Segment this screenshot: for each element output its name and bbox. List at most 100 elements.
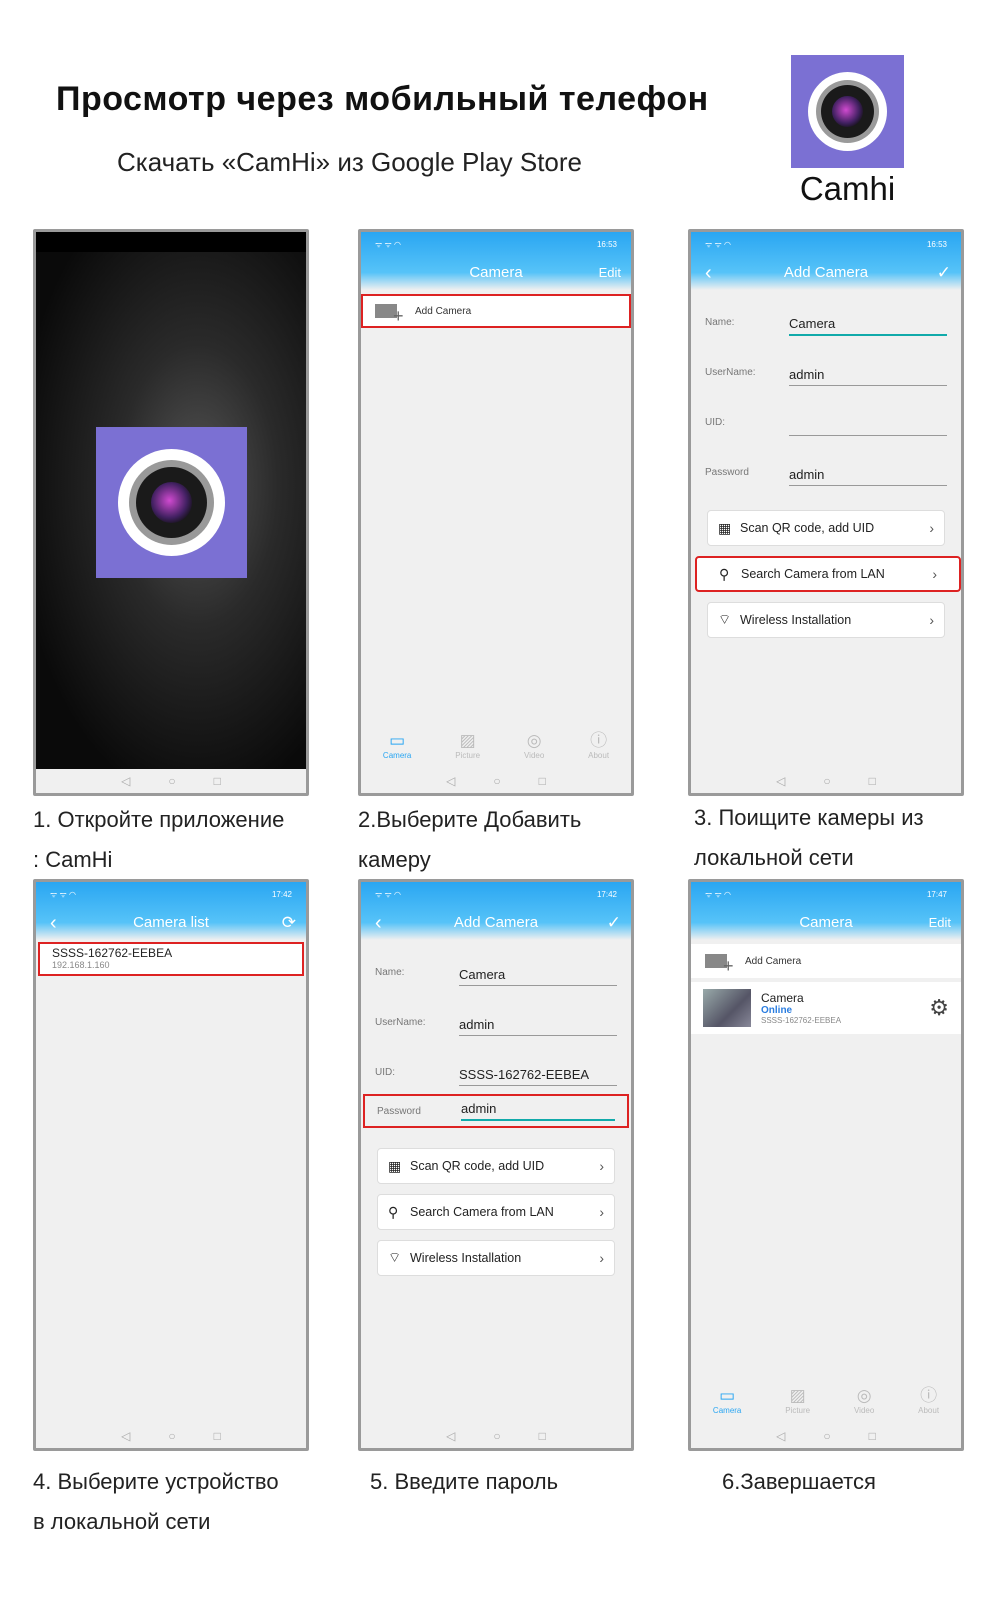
lan-device-row[interactable]: SSSS-162762-EEBEA 192.168.1.160 [38,942,304,976]
scan-qr-button[interactable]: ▦ Scan QR code, add UID › [377,1148,615,1184]
refresh-icon[interactable]: ⟳ [282,906,296,940]
home-nav-icon[interactable]: ○ [493,1429,500,1443]
screen-title: Camera [469,264,523,281]
name-field[interactable]: Name: Camera [375,936,617,986]
add-camera-label: Add Camera [415,305,472,317]
status-badge: Online [761,1005,793,1016]
tab-picture[interactable]: ▨ Picture [455,731,480,760]
chevron-right-icon: › [932,566,937,582]
recents-nav-icon[interactable]: □ [539,1429,546,1443]
chevron-left-icon[interactable]: ‹ [375,906,382,940]
camera-tab-icon: ▭ [389,730,406,750]
check-icon[interactable]: ✓ [607,906,621,940]
password-field[interactable]: Password admin [363,1094,629,1128]
tab-camera[interactable]: ▭ Camera [713,1386,741,1415]
device-ip: 192.168.1.160 [52,960,110,970]
back-nav-icon[interactable]: ◁ [121,1429,130,1443]
edit-button[interactable]: Edit [929,906,951,940]
step-caption-1: 1. Откройте приложение: CamHi [33,807,285,872]
device-uid: SSSS-162762-EEBEA [52,946,173,960]
camhi-app-icon [791,55,904,168]
tab-video[interactable]: ◎ Video [524,731,544,760]
home-nav-icon[interactable]: ○ [493,774,500,788]
chevron-left-icon[interactable]: ‹ [50,906,57,940]
step-caption-2: 2.Выберите Добавить камеру [358,807,582,872]
back-nav-icon[interactable]: ◁ [776,774,785,788]
phone-screen-add-camera: ᯤ ᯤ ◠ 16:53 ‹ Add Camera ✓ Name: Camera User… [688,229,964,796]
tab-bar: ▭ Camera ▨ Picture ◎ Video ⓘ About [691,1376,961,1424]
video-tab-icon: ◎ [856,1385,872,1405]
search-icon: ⚲ [719,565,730,582]
video-tab-icon: ◎ [526,730,542,750]
home-nav-icon[interactable]: ○ [168,774,175,788]
step-caption-5: 5. Введите пароль [370,1469,559,1494]
page-title: Просмотр через мобильный телефон [56,80,709,118]
screen-title: Add Camera [453,914,539,931]
status-bar: ᯤ ᯤ ◠ 17:47 [705,889,947,899]
camera-name: Camera [761,991,804,1005]
wifi-icon: ⌔ [388,1249,402,1265]
qr-icon: ▦ [388,1157,402,1174]
add-camera-row[interactable]: Add Camera [361,294,631,328]
tab-camera[interactable]: ▭ Camera [383,731,411,760]
info-tab-icon: ⓘ [920,1385,938,1405]
app-name: Camhi [799,170,896,207]
picture-tab-icon: ▨ [459,730,476,750]
system-nav-bar: ◁ ○ □ [691,1424,961,1448]
check-icon[interactable]: ✓ [937,256,951,290]
camhi-app-icon [96,427,247,578]
wireless-install-button[interactable]: ⌔ Wireless Installation › [377,1240,615,1276]
home-nav-icon[interactable]: ○ [823,1429,830,1443]
qr-icon: ▦ [718,519,732,536]
phone-screen-enter-password: ᯤ ᯤ ◠ 17:42 ‹ Add Camera ✓ Name: Camera User… [358,879,634,1451]
system-nav-bar: ◁ ○ □ [36,1424,306,1448]
search-icon: ⚲ [388,1203,399,1220]
chevron-right-icon: › [599,1250,604,1266]
name-field[interactable]: Name: Camera [705,286,947,336]
screen-title: Add Camera [783,264,869,281]
scan-qr-button[interactable]: ▦ Scan QR code, add UID › [707,510,945,546]
tab-video[interactable]: ◎ Video [854,1386,874,1415]
username-field[interactable]: UserName: admin [375,986,617,1036]
screen-title: Camera [799,914,853,931]
tab-about[interactable]: ⓘ About [588,731,609,760]
phone-screen-splash: ◁ ○ □ [33,229,309,796]
status-bar: ᯤ ᯤ ◠ 17:42 [50,889,292,899]
wireless-install-button[interactable]: ⌔ Wireless Installation › [707,602,945,638]
recents-nav-icon[interactable]: □ [539,774,546,788]
picture-tab-icon: ▨ [789,1385,806,1405]
page-subtitle: Скачать «CamHi» из Google Play Store [117,147,582,177]
search-lan-button[interactable]: ⚲ Search Camera from LAN › [695,556,961,592]
camera-uid: SSSS-162762-EEBEA [761,1016,842,1025]
password-field[interactable]: Password admin [705,436,947,486]
camera-item[interactable]: Camera Online SSSS-162762-EEBEA ⚙ [691,982,961,1034]
recents-nav-icon[interactable]: □ [869,774,876,788]
system-nav-bar: ◁ ○ □ [361,1424,631,1448]
camera-tab-icon: ▭ [719,1385,736,1405]
back-nav-icon[interactable]: ◁ [121,774,130,788]
home-nav-icon[interactable]: ○ [168,1429,175,1443]
back-nav-icon[interactable]: ◁ [446,774,455,788]
chevron-right-icon: › [599,1158,604,1174]
chevron-left-icon[interactable]: ‹ [705,256,712,290]
add-camera-row[interactable]: Add Camera [691,944,961,978]
recents-nav-icon[interactable]: □ [214,1429,221,1443]
system-nav-bar: ◁ ○ □ [361,769,631,793]
wifi-icon: ⌔ [718,611,732,627]
recents-nav-icon[interactable]: □ [869,1429,876,1443]
uid-field[interactable]: UID: [705,386,947,436]
username-field[interactable]: UserName: admin [705,336,947,386]
edit-button[interactable]: Edit [599,256,621,290]
recents-nav-icon[interactable]: □ [214,774,221,788]
gear-icon[interactable]: ⚙ [929,995,949,1021]
status-bar: ᯤ ᯤ ◠ 16:53 [375,239,617,249]
chevron-right-icon: › [929,520,934,536]
search-lan-button[interactable]: ⚲ Search Camera from LAN › [377,1194,615,1230]
uid-field[interactable]: UID: SSSS-162762-EEBEA [375,1036,617,1086]
tab-about[interactable]: ⓘ About [918,1386,939,1415]
home-nav-icon[interactable]: ○ [823,774,830,788]
tab-bar: ▭ Camera ▨ Picture ◎ Video ⓘ About [361,721,631,769]
back-nav-icon[interactable]: ◁ [446,1429,455,1443]
tab-picture[interactable]: ▨ Picture [785,1386,810,1415]
back-nav-icon[interactable]: ◁ [776,1429,785,1443]
